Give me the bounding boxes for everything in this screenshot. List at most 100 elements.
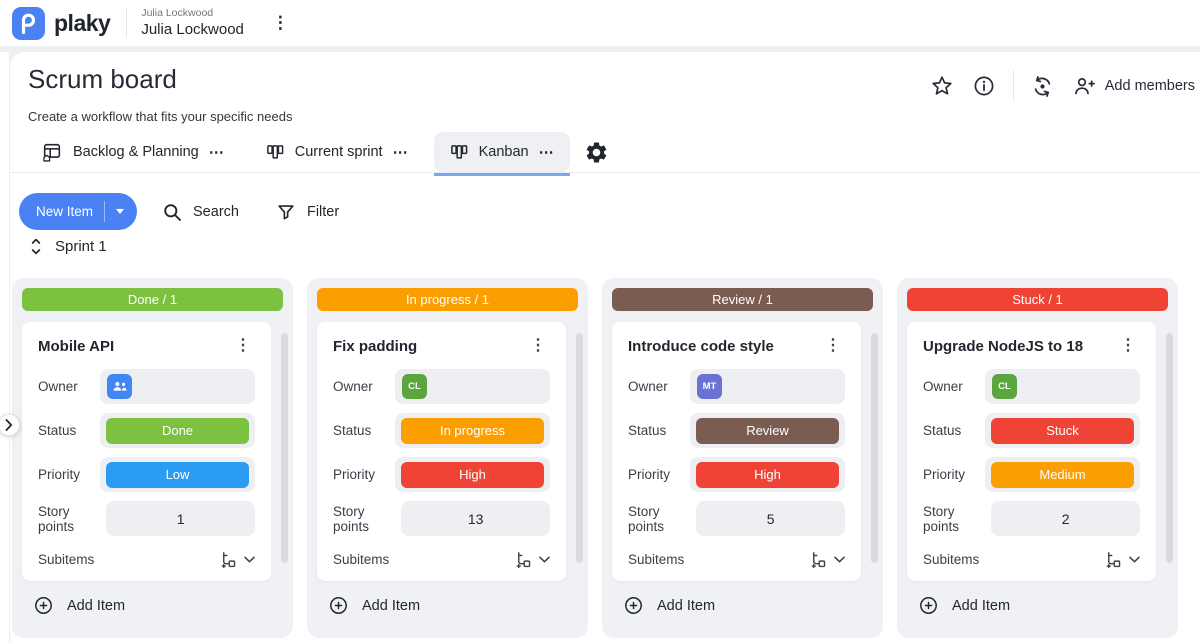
subitems-tree-icon	[219, 550, 237, 569]
group-people-icon	[112, 380, 128, 393]
tab-more-icon[interactable]: ⋯	[539, 143, 555, 161]
chevron-down-icon	[244, 556, 255, 563]
priority-field[interactable]: Medium	[985, 457, 1140, 492]
add-item-label: Add Item	[362, 598, 420, 614]
tab-more-icon[interactable]: ⋯	[393, 143, 409, 161]
status-pill[interactable]: Done	[106, 418, 249, 444]
workspace-switcher[interactable]: Julia Lockwood Julia Lockwood	[141, 7, 244, 39]
kanban-card[interactable]: Fix padding ⋮ Owner CL Status In progres…	[317, 322, 566, 581]
subitems-tree-icon	[1104, 550, 1122, 569]
status-field[interactable]: Stuck	[985, 413, 1140, 448]
kanban-column-review: Review / 1 Introduce code style ⋮ Owner …	[602, 278, 883, 638]
story-points-field[interactable]: 2	[991, 501, 1140, 536]
info-icon	[972, 74, 996, 98]
add-item-button[interactable]: Add Item	[918, 595, 1168, 616]
star-icon	[930, 74, 954, 98]
add-item-button[interactable]: Add Item	[623, 595, 873, 616]
column-scrollbar[interactable]	[281, 333, 288, 563]
priority-label: Priority	[38, 467, 80, 482]
subitems-toggle[interactable]	[219, 550, 255, 569]
page-subtitle: Create a workflow that fits your specifi…	[28, 109, 292, 124]
subitems-toggle[interactable]	[514, 550, 550, 569]
caret-down-icon	[116, 209, 124, 214]
plaky-logo[interactable]	[12, 7, 45, 40]
new-item-dropdown-button[interactable]	[105, 209, 137, 214]
status-label: Status	[38, 423, 76, 438]
subitems-toggle[interactable]	[1104, 550, 1140, 569]
column-header[interactable]: Stuck / 1	[907, 288, 1168, 311]
page-title: Scrum board	[28, 64, 177, 95]
story-points-value: 13	[468, 511, 484, 527]
plaky-logo-icon	[18, 12, 39, 35]
column-scrollbar[interactable]	[576, 333, 583, 563]
collapsed-sidebar[interactable]	[0, 52, 9, 643]
priority-field[interactable]: High	[395, 457, 550, 492]
owner-field[interactable]	[100, 369, 255, 404]
priority-pill[interactable]: High	[696, 462, 839, 488]
board-settings-button[interactable]	[584, 140, 609, 165]
column-scrollbar[interactable]	[871, 333, 878, 563]
tab-backlog-planning[interactable]: Backlog & Planning ⋯	[26, 132, 240, 172]
chevron-down-icon	[1129, 556, 1140, 563]
owner-avatar[interactable]: CL	[402, 374, 427, 399]
owner-label: Owner	[923, 379, 963, 394]
priority-field[interactable]: High	[690, 457, 845, 492]
card-menu-button[interactable]: ⋮	[821, 336, 845, 356]
status-field[interactable]: Done	[100, 413, 255, 448]
status-pill[interactable]: Review	[696, 418, 839, 444]
tab-kanban[interactable]: Kanban ⋯	[434, 132, 570, 172]
column-scrollbar[interactable]	[1166, 333, 1173, 563]
priority-label: Priority	[923, 467, 965, 482]
story-points-field[interactable]: 13	[401, 501, 550, 536]
status-field[interactable]: In progress	[395, 413, 550, 448]
status-pill[interactable]: In progress	[401, 418, 544, 444]
kanban-card[interactable]: Mobile API ⋮ Owner	[22, 322, 271, 581]
activity-log-button[interactable]	[1026, 69, 1060, 103]
workspace-menu-button[interactable]: ⋮	[266, 9, 295, 37]
owner-group-avatar[interactable]	[107, 374, 132, 399]
column-header[interactable]: Done / 1	[22, 288, 283, 311]
owner-avatar[interactable]: MT	[697, 374, 722, 399]
card-menu-button[interactable]: ⋮	[526, 336, 550, 356]
owner-field[interactable]: CL	[395, 369, 550, 404]
priority-field[interactable]: Low	[100, 457, 255, 492]
priority-pill[interactable]: Low	[106, 462, 249, 488]
status-label: Status	[628, 423, 666, 438]
story-points-field[interactable]: 5	[696, 501, 845, 536]
favorite-button[interactable]	[925, 69, 959, 103]
tab-label: Backlog & Planning	[73, 144, 199, 160]
priority-pill[interactable]: High	[401, 462, 544, 488]
add-members-button[interactable]: Add members	[1072, 74, 1197, 98]
board-info-button[interactable]	[967, 69, 1001, 103]
sprint-group-header[interactable]: Sprint 1	[31, 238, 107, 255]
sprint-label: Sprint 1	[55, 238, 107, 255]
status-pill[interactable]: Stuck	[991, 418, 1134, 444]
workspace-owner-label: Julia Lockwood	[141, 7, 244, 20]
kanban-card[interactable]: Upgrade NodeJS to 18 ⋮ Owner CL Status S…	[907, 322, 1156, 581]
status-label: Status	[333, 423, 371, 438]
card-menu-button[interactable]: ⋮	[231, 336, 255, 356]
owner-avatar[interactable]: CL	[992, 374, 1017, 399]
column-header[interactable]: Review / 1	[612, 288, 873, 311]
owner-field[interactable]: MT	[690, 369, 845, 404]
story-points-label: Story points	[333, 504, 401, 534]
kanban-card[interactable]: Introduce code style ⋮ Owner MT Status R…	[612, 322, 861, 581]
subitems-label: Subitems	[333, 552, 389, 567]
owner-field[interactable]: CL	[985, 369, 1140, 404]
priority-pill[interactable]: Medium	[991, 462, 1134, 488]
search-button[interactable]: Search	[162, 202, 239, 222]
tab-current-sprint[interactable]: Current sprint ⋯	[250, 132, 424, 172]
new-item-button[interactable]: New Item	[19, 193, 137, 230]
plus-circle-icon	[918, 595, 939, 616]
story-points-field[interactable]: 1	[106, 501, 255, 536]
kanban-icon	[449, 142, 469, 163]
filter-button[interactable]: Filter	[276, 202, 339, 222]
status-field[interactable]: Review	[690, 413, 845, 448]
subitems-toggle[interactable]	[809, 550, 845, 569]
card-menu-button[interactable]: ⋮	[1116, 336, 1140, 356]
column-header[interactable]: In progress / 1	[317, 288, 578, 311]
add-item-button[interactable]: Add Item	[328, 595, 578, 616]
tab-more-icon[interactable]: ⋯	[209, 143, 225, 161]
chevron-down-icon	[834, 556, 845, 563]
add-item-button[interactable]: Add Item	[33, 595, 283, 616]
